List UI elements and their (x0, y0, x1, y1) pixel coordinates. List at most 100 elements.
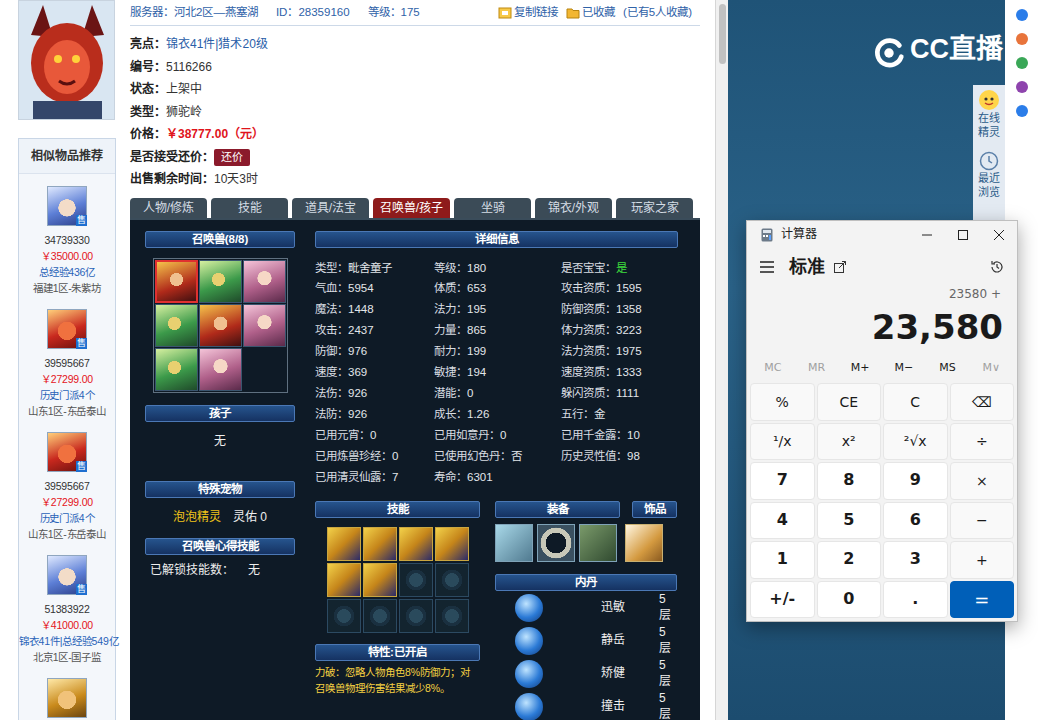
pet-icon[interactable] (155, 348, 198, 391)
skill-slot[interactable] (435, 527, 469, 561)
special-pet-name[interactable]: 泡泡精灵 (173, 510, 221, 526)
scroll-thumb[interactable] (719, 4, 726, 64)
skill-slot[interactable] (399, 599, 433, 633)
menu-icon[interactable] (759, 260, 775, 274)
key-button[interactable]: ²√x (883, 423, 948, 461)
key-button[interactable]: 1 (750, 541, 815, 579)
extension-icon (1015, 56, 1029, 70)
stat-label: 耐力： (434, 345, 467, 357)
stat: 攻击：2437 (315, 320, 434, 341)
accessory-icon[interactable] (625, 524, 663, 562)
pet-icon[interactable] (243, 260, 286, 303)
key-button[interactable]: 0 (817, 581, 882, 619)
stat-value: 0 (370, 429, 376, 441)
helmet-icon[interactable] (579, 524, 617, 562)
key-button[interactable]: 9 (883, 462, 948, 500)
memory-button[interactable]: MS (926, 361, 970, 375)
similar-item[interactable]: 售51383922￥41000.00锦衣41件|总经验549亿北京1区-国子监 (19, 543, 115, 666)
stat-value: 1975 (616, 345, 642, 357)
scrollbar[interactable] (715, 0, 728, 720)
neidan-row[interactable]: 矫健5层 (495, 657, 677, 690)
skill-slot[interactable] (327, 527, 361, 561)
neidan-icon (515, 660, 543, 688)
pet-icon[interactable] (199, 304, 242, 347)
ring-icon[interactable] (537, 524, 575, 562)
stat: 已用元宵：0 (315, 425, 434, 446)
skill-slot[interactable] (435, 599, 469, 633)
minimize-button[interactable] (909, 221, 945, 249)
pet-icon[interactable] (155, 304, 198, 347)
copy-link-button[interactable]: 复制链接 (498, 5, 558, 20)
key-button[interactable]: +/- (750, 581, 815, 619)
skill-slot[interactable] (327, 563, 361, 597)
armor-icon[interactable] (495, 524, 533, 562)
maximize-button[interactable] (945, 221, 981, 249)
key-button[interactable]: − (950, 502, 1015, 540)
skill-slot[interactable] (435, 563, 469, 597)
key-button[interactable]: 4 (750, 502, 815, 540)
tab[interactable]: 技能 (211, 198, 288, 218)
skill-slot[interactable] (327, 599, 361, 633)
pet-icon[interactable] (243, 304, 286, 347)
neidan-row[interactable]: 静岳5层 (495, 624, 677, 657)
key-button[interactable]: CE (817, 383, 882, 421)
memory-button[interactable]: M+ (838, 361, 882, 375)
memory-button[interactable]: M− (882, 361, 926, 375)
close-button[interactable] (981, 221, 1017, 249)
similar-item[interactable]: 售39595667￥27299.00历史门派4个山东1区-东岳泰山 (19, 420, 115, 543)
side-button[interactable]: 最近浏览 (977, 151, 1001, 199)
key-button[interactable]: C (883, 383, 948, 421)
mode-title: 标准 (789, 255, 825, 278)
pet-icon[interactable] (155, 260, 198, 303)
key-button[interactable]: 3 (883, 541, 948, 579)
pet-icon[interactable] (199, 348, 242, 391)
history-icon[interactable] (989, 259, 1005, 275)
stat: 耐力：199 (434, 341, 561, 362)
tab[interactable]: 召唤兽/孩子 (373, 198, 450, 218)
key-button[interactable]: % (750, 383, 815, 421)
tab[interactable]: 道具/法宝 (292, 198, 369, 218)
neidan-row[interactable]: 迅敏5层 (495, 591, 677, 624)
counter-offer-button[interactable]: 还价 (214, 149, 250, 166)
key-button[interactable]: 5 (817, 502, 882, 540)
key-button[interactable]: ÷ (950, 423, 1015, 461)
similar-item[interactable] (19, 666, 115, 720)
key-button[interactable]: + (950, 541, 1015, 579)
item-note[interactable]: 总经验436亿 (19, 264, 115, 280)
key-button[interactable]: 8 (817, 462, 882, 500)
favorite-button[interactable]: 已收藏 (566, 5, 615, 20)
item-note[interactable]: 历史门派4个 (19, 387, 115, 403)
info-row: 出售剩余时间：10天3时 (130, 169, 700, 192)
key-button[interactable]: 6 (883, 502, 948, 540)
id-value: 28359160 (298, 6, 349, 18)
neidan-row[interactable]: 撞击5层 (495, 690, 677, 719)
pet-panel: 召唤兽(8/8)孩子无特殊宠物泡泡精灵灵佑 0召唤兽心得技能已解锁技能数：无详细… (130, 218, 700, 720)
item-note[interactable]: 锦衣41件|总经验549亿 (19, 633, 115, 649)
tab[interactable]: 坐骑 (454, 198, 531, 218)
similar-item[interactable]: 售39595667￥27299.00历史门派4个山东1区-东岳泰山 (19, 297, 115, 420)
skill-slot[interactable] (363, 527, 397, 561)
info-value[interactable]: 锦衣41件|猎术20级 (166, 37, 268, 53)
key-button[interactable]: ⌫ (950, 383, 1015, 421)
skill-slot[interactable] (399, 563, 433, 597)
key-button[interactable]: = (950, 581, 1015, 619)
keep-on-top-icon[interactable] (833, 260, 989, 274)
side-button[interactable]: 在线精灵 (977, 89, 1001, 139)
key-button[interactable]: 7 (750, 462, 815, 500)
stat: 体质：653 (434, 278, 561, 299)
key-button[interactable]: ¹/x (750, 423, 815, 461)
tab[interactable]: 锦衣/外观 (535, 198, 612, 218)
key-button[interactable]: x² (817, 423, 882, 461)
stat-label: 魔法： (315, 303, 348, 315)
key-button[interactable]: . (883, 581, 948, 619)
similar-item[interactable]: 售34739330￥35000.00总经验436亿福建1区-朱紫坊 (19, 174, 115, 297)
tab[interactable]: 玩家之家 (616, 198, 693, 218)
item-note[interactable]: 历史门派4个 (19, 510, 115, 526)
tab[interactable]: 人物/修炼 (130, 198, 207, 218)
skill-slot[interactable] (363, 563, 397, 597)
pet-icon[interactable] (199, 260, 242, 303)
key-button[interactable]: 2 (817, 541, 882, 579)
key-button[interactable]: × (950, 462, 1015, 500)
skill-slot[interactable] (363, 599, 397, 633)
skill-slot[interactable] (399, 527, 433, 561)
